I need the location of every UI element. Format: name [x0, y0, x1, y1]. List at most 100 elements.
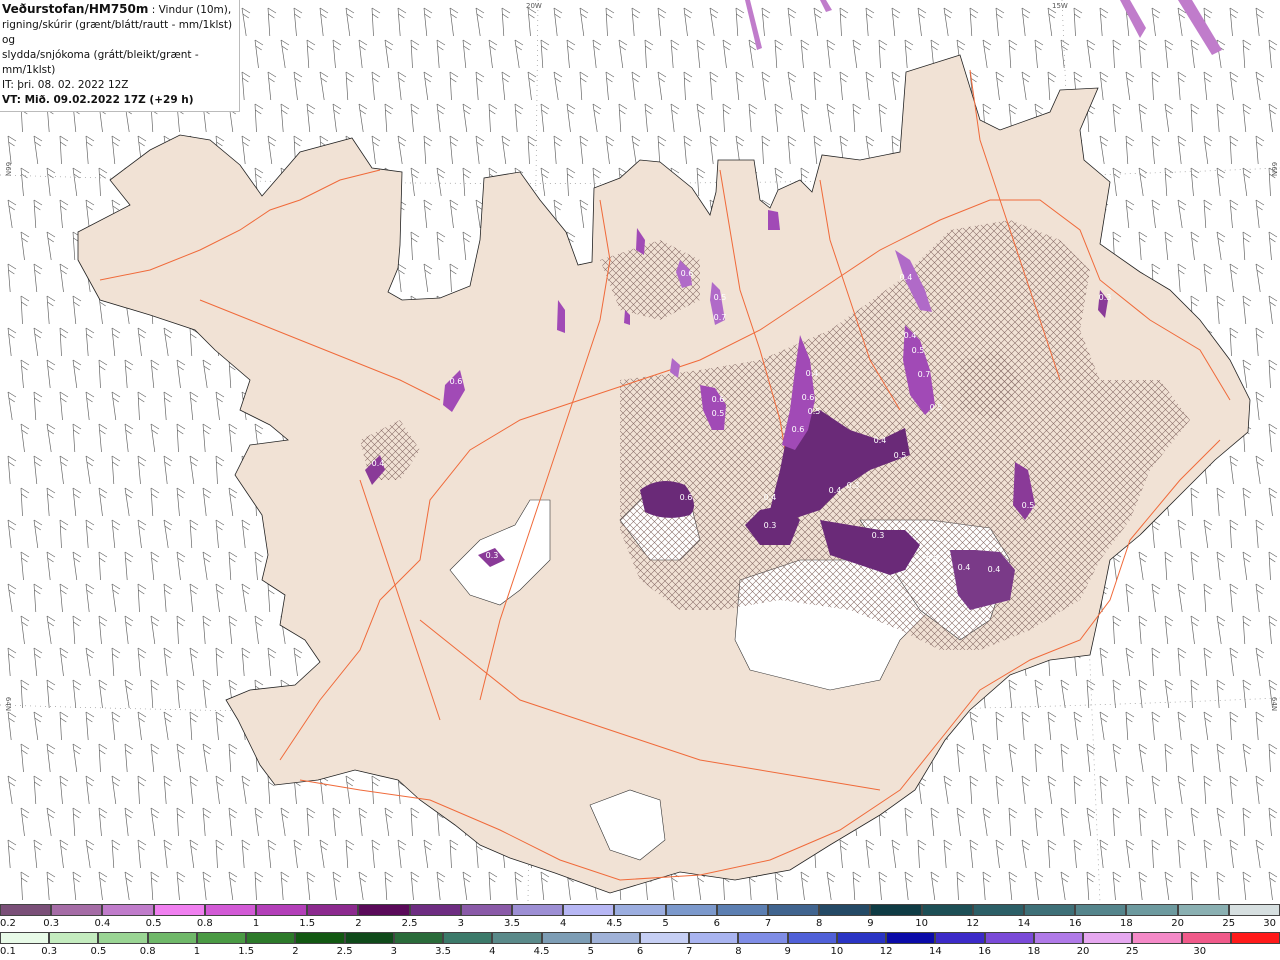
- legend-swatch: [512, 904, 564, 916]
- grid-label-66n-right: 66N: [1270, 161, 1279, 177]
- legend-swatch: [1230, 932, 1280, 944]
- precip-value-label: 0.5: [808, 407, 821, 416]
- legend-swatch: [102, 904, 154, 916]
- precip-value-label: 0.4: [764, 493, 777, 502]
- precip-value-label: 0.6: [680, 493, 693, 502]
- header-line5: VT: Mið. 09.02.2022 17Z (+29 h): [2, 94, 194, 106]
- legend-label: 1: [193, 946, 201, 957]
- legend-label: 2: [355, 918, 362, 929]
- legend-label: 20: [1076, 946, 1090, 957]
- legend-swatch: [541, 932, 591, 944]
- legend-label: 1.5: [238, 946, 255, 957]
- legend-label: 30: [1193, 946, 1207, 957]
- legend-swatch: [689, 932, 739, 944]
- legend-label: 4: [489, 946, 496, 957]
- legend-label: 16: [1068, 918, 1082, 929]
- legend-label: 18: [1027, 946, 1041, 957]
- legend-swatch: [256, 904, 308, 916]
- legend-label: 0.2: [0, 918, 16, 929]
- legend-swatch: [819, 904, 871, 916]
- precip-value-label: 0.4: [900, 273, 913, 282]
- legend-label: 5: [587, 946, 594, 957]
- legend-swatch: [984, 932, 1034, 944]
- legend-label: 2.5: [401, 918, 418, 929]
- grid-label-66n-left: 66N: [4, 161, 13, 177]
- legend-label: 8: [816, 918, 823, 929]
- legend-swatch: [972, 904, 1024, 916]
- legend-label: 3: [457, 918, 464, 929]
- legend-snow: 0.2 0.3 0.4 0.5 0.8 1 1.5 2 2.5 3 3.5 4 4.5 5 6 7 8 9 10 12…: [0, 904, 1280, 932]
- legend-label: 3.5: [435, 946, 452, 957]
- precip-value-label: 0.5: [714, 293, 727, 302]
- legend-label: 1.5: [299, 918, 316, 929]
- legend-label: 1: [252, 918, 260, 929]
- legend-label: 3.5: [504, 918, 520, 929]
- legend-label: 25: [1125, 946, 1139, 957]
- legend-snow-swatches: [0, 904, 1280, 916]
- legend-label: 6: [713, 918, 720, 929]
- legend-swatch: [147, 932, 197, 944]
- legend-label: 25: [1222, 918, 1236, 929]
- precip-value-label: 0.4: [958, 563, 971, 572]
- precip-value-label: 0.4: [829, 486, 842, 495]
- legend-swatch: [358, 904, 410, 916]
- legend-swatch: [614, 904, 666, 916]
- legend-label: 4.5: [533, 946, 550, 957]
- legend-swatch: [870, 904, 922, 916]
- header-title-bold: Veðurstofan/HM750m: [2, 2, 149, 16]
- precip-value-label: 0.3: [847, 481, 860, 490]
- legend-swatch: [393, 932, 444, 944]
- legend-label: 0.3: [43, 918, 60, 929]
- forecast-map: 0.60.50.70.60.50.40.60.50.60.60.50.70.40…: [0, 0, 1280, 902]
- header-line4: IT: þri. 08. 02. 2022 12Z: [2, 79, 129, 91]
- header-line2: rigning/skúrir (grænt/blátt/rautt - mm/1…: [2, 19, 233, 46]
- precip-value-label: 0.7: [918, 370, 931, 379]
- legend-label: 9: [867, 918, 874, 929]
- legend-rain-swatches: [0, 932, 1280, 944]
- legend-label: 3: [390, 946, 398, 957]
- legend-swatch: [0, 932, 50, 944]
- precip-value-label: 0.4: [874, 436, 887, 445]
- header-line3: slydda/snjókoma (grátt/bleikt/grænt - mm…: [2, 49, 199, 76]
- legend-swatch: [1033, 932, 1084, 944]
- legend-label: 0.1: [0, 946, 16, 957]
- legend-swatch: [153, 904, 205, 916]
- precip-value-label: 0.6: [712, 395, 725, 404]
- legend-swatch: [1228, 904, 1280, 916]
- legend-label: 2: [292, 946, 299, 957]
- legend-swatch: [1075, 904, 1127, 916]
- legend-label: 7: [764, 918, 772, 929]
- legend-swatch: [1177, 904, 1229, 916]
- precip-value-label: 0.4: [372, 459, 385, 468]
- precip-value-label: 0.5: [912, 346, 925, 355]
- legend-swatch: [935, 932, 985, 944]
- legend-label: 9: [784, 946, 791, 957]
- legend-label: 12: [966, 918, 980, 929]
- legend-swatch: [1083, 932, 1133, 944]
- grid-label-15w: 15W: [1052, 2, 1068, 10]
- legend-swatch: [563, 904, 615, 916]
- legend-label: 0.4: [94, 918, 111, 929]
- legend-rain-labels: 0.1 0.3 0.5 0.8 1 1.5 2 2.5 3 3.5 4 4.5 5 6 7 8 9 10 12 14 1…: [0, 946, 1280, 960]
- precip-value-label: 0.4: [904, 331, 917, 340]
- legend-swatch: [665, 904, 717, 916]
- header-title-rest: : Vindur (10m),: [148, 4, 232, 16]
- legend-swatch: [590, 932, 640, 944]
- legend-swatch: [344, 932, 394, 944]
- legend-label: 30: [1263, 918, 1276, 929]
- legend-swatch: [1181, 932, 1231, 944]
- legend-swatch: [196, 932, 247, 944]
- legend-label: 4.5: [606, 918, 623, 929]
- legend-swatch: [836, 932, 887, 944]
- legend-swatch: [0, 904, 52, 916]
- legend-swatch: [886, 932, 936, 944]
- legend-label: 14: [1017, 918, 1031, 929]
- precip-value-label: 0.3: [764, 521, 777, 530]
- legend-swatch: [640, 932, 690, 944]
- legend-swatch: [492, 932, 542, 944]
- precip-value-label: 0.5: [930, 403, 943, 412]
- grid-label-64n-right: 64N: [1270, 696, 1279, 712]
- precip-value-label: 0.3: [926, 555, 939, 564]
- legend-label: 16: [978, 946, 991, 957]
- legend-label: 10: [915, 918, 928, 929]
